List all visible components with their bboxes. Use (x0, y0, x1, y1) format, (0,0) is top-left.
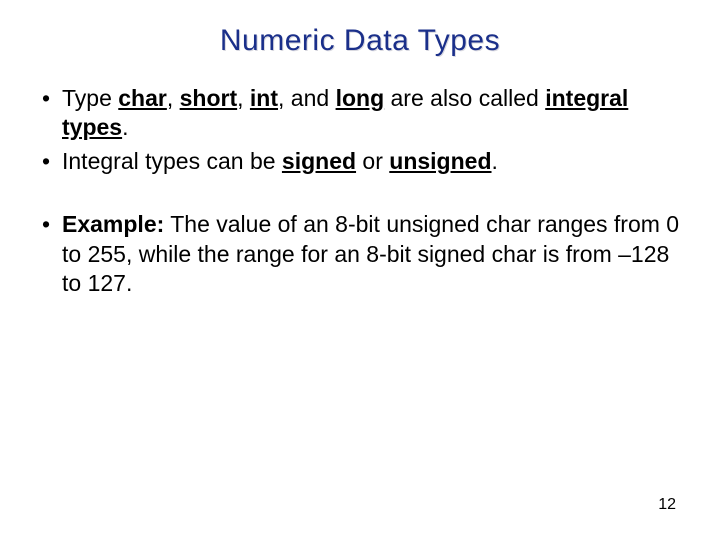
text: , and (278, 85, 336, 111)
bullet-3: Example: The value of an 8-bit unsigned … (38, 210, 684, 298)
bullet-2: Integral types can be signed or unsigned… (38, 147, 684, 176)
text: , (237, 85, 250, 111)
bullet-list-2: Example: The value of an 8-bit unsigned … (38, 210, 684, 298)
text: are also called (384, 85, 545, 111)
text: . (122, 114, 128, 140)
text: Integral types can be (62, 148, 282, 174)
keyword-int: int (250, 85, 278, 111)
keyword-char: char (118, 85, 167, 111)
text: Type (62, 85, 118, 111)
example-label: Example: (62, 211, 164, 237)
slide-title: Numeric Data Types (36, 24, 684, 58)
bullet-1: Type char, short, int, and long are also… (38, 84, 684, 143)
page-number: 12 (658, 496, 676, 514)
spacer (36, 180, 684, 210)
bullet-list: Type char, short, int, and long are also… (38, 84, 684, 176)
text: , (167, 85, 180, 111)
text: . (492, 148, 498, 174)
slide: Numeric Data Types Type char, short, int… (0, 0, 720, 540)
keyword-unsigned: unsigned (389, 148, 491, 174)
text: or (356, 148, 389, 174)
keyword-long: long (336, 85, 385, 111)
keyword-signed: signed (282, 148, 356, 174)
keyword-short: short (180, 85, 238, 111)
